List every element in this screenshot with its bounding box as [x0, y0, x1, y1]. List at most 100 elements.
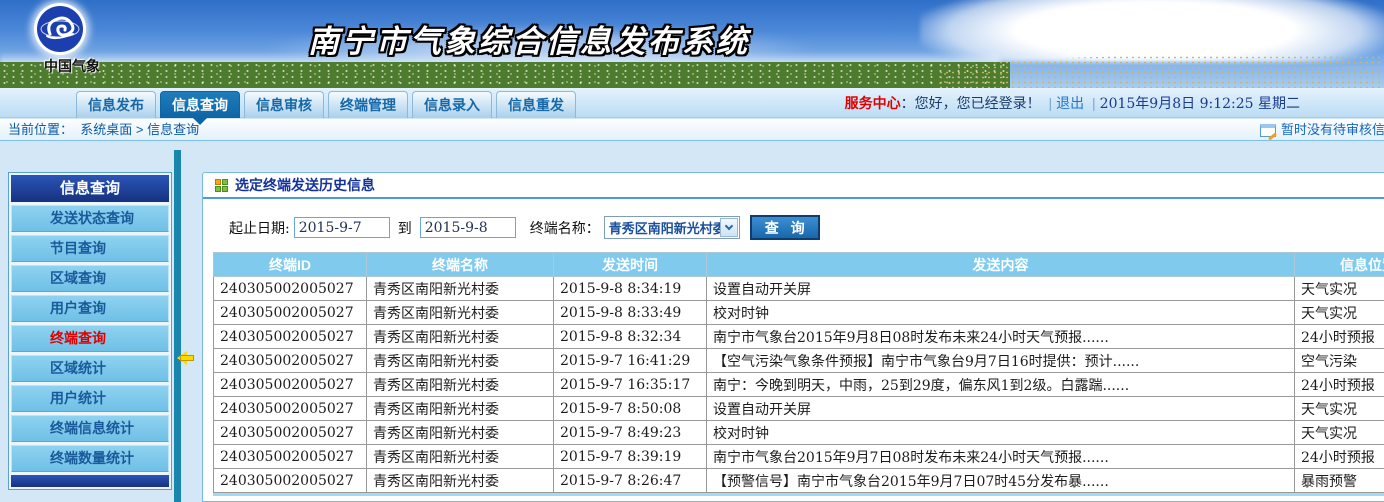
arrow-tail	[180, 355, 194, 361]
cell-terminal-name: 青秀区南阳新光村委	[367, 373, 554, 397]
sidebar-item-label: 发送状态查询	[50, 210, 134, 226]
nav-tab[interactable]: 信息录入	[412, 91, 492, 118]
sidebar-item[interactable]: 区域查询	[11, 265, 169, 292]
sidebar-item-label: 用户统计	[50, 390, 106, 406]
nav-tab[interactable]: 终端管理	[328, 91, 408, 118]
table-row: 240305002005027 青秀区南阳新光村委 2015-9-8 8:34:…	[214, 277, 1384, 301]
history-table-wrap: 终端ID终端名称发送时间发送内容信息位置 240305002005027 青秀区…	[213, 252, 1384, 496]
cell-send-time: 2015-9-7 8:49:23	[554, 421, 707, 445]
sidebar-item[interactable]: 终端信息统计	[11, 415, 169, 442]
cell-send-time: 2015-9-8 8:33:49	[554, 301, 707, 325]
cell-send-time: 2015-9-7 16:35:17	[554, 373, 707, 397]
cell-terminal-id: 240305002005027	[214, 397, 367, 421]
table-row: 240305002005027 青秀区南阳新光村委 2015-9-8 8:32:…	[214, 325, 1384, 349]
nav-tab-label: 信息查询	[172, 97, 228, 113]
main-navbar: 信息发布 信息查询 信息审核 终端管理 信息录入 信息重发 服务中心：您好，您已…	[0, 88, 1384, 118]
nav-tab-label: 信息审核	[256, 97, 312, 113]
dropdown-arrow-icon	[720, 218, 738, 237]
nav-tab[interactable]: 信息审核	[244, 91, 324, 118]
sidebar-item[interactable]: 区域统计	[11, 355, 169, 382]
breadcrumb-path: 系统桌面 > 信息查询	[80, 122, 199, 137]
app-title: 南宁市气象综合信息发布系统	[308, 16, 750, 61]
query-form: 起止日期: 到 终端名称： 青秀区南阳新光村委 查 询	[229, 215, 1384, 240]
sidebar-item[interactable]: 发送状态查询	[11, 205, 169, 232]
cell-send-time: 2015-9-7 8:50:08	[554, 397, 707, 421]
cell-send-content: 设置自动开关屏	[707, 277, 1295, 301]
cell-terminal-id: 240305002005027	[214, 325, 367, 349]
sidebar-item-label: 终端信息统计	[50, 420, 134, 436]
cell-info-type: 24小时预报	[1295, 373, 1384, 397]
sidebar-collapse-arrow-icon[interactable]	[170, 351, 196, 365]
sidebar-footer	[11, 475, 169, 487]
table-column-header: 发送内容	[707, 253, 1295, 277]
cma-logo-icon	[37, 6, 83, 52]
sidebar: 信息查询 发送状态查询 节目查询 区域查询 用户查询 终端查询 区域统计	[8, 172, 172, 490]
sidebar-item[interactable]: 终端数量统计	[11, 445, 169, 472]
separator: |	[1049, 95, 1053, 111]
nav-tab[interactable]: 信息查询	[160, 91, 240, 118]
sidebar-item-label: 用户查询	[50, 300, 106, 316]
cell-terminal-name: 青秀区南阳新光村委	[367, 301, 554, 325]
table-row: 240305002005027 青秀区南阳新光村委 2015-9-7 8:50:…	[214, 397, 1384, 421]
panel-title: 选定终端发送历史信息	[235, 172, 375, 198]
sidebar-item[interactable]: 节目查询	[11, 235, 169, 262]
cell-info-type: 天气实况	[1295, 301, 1384, 325]
table-column-header: 终端名称	[367, 253, 554, 277]
nav-tabs: 信息发布 信息查询 信息审核 终端管理 信息录入 信息重发	[76, 91, 576, 118]
grass-field-image	[0, 62, 1010, 88]
cell-terminal-id: 240305002005027	[214, 277, 367, 301]
cell-terminal-name: 青秀区南阳新光村委	[367, 469, 554, 493]
cma-logo: 中国气象	[26, 0, 116, 80]
sidebar-divider	[174, 150, 181, 502]
pending-review-status[interactable]: 暂时没有待审核信息	[1260, 119, 1384, 141]
cell-terminal-id: 240305002005027	[214, 301, 367, 325]
cell-send-time: 2015-9-7 16:41:29	[554, 349, 707, 373]
table-column-header: 发送时间	[554, 253, 707, 277]
nav-tab[interactable]: 信息重发	[496, 91, 576, 118]
cell-send-content: 【空气污染气象条件预报】南宁市气象台9月7日16时提供：预计......	[707, 349, 1295, 373]
cell-send-content: 南宁市气象台2015年9月8日08时发布未来24小时天气预报......	[707, 325, 1295, 349]
cell-terminal-id: 240305002005027	[214, 469, 367, 493]
cell-send-time: 2015-9-7 8:26:47	[554, 469, 707, 493]
cell-send-content: 校对时钟	[707, 301, 1295, 325]
logout-link[interactable]: 退出	[1056, 95, 1084, 111]
cell-info-type: 24小时预报	[1295, 325, 1384, 349]
sidebar-header: 信息查询	[11, 175, 169, 202]
table-row: 240305002005027 青秀区南阳新光村委 2015-9-7 16:35…	[214, 373, 1384, 397]
pending-review-text: 暂时没有待审核信息	[1281, 119, 1384, 141]
cell-terminal-id: 240305002005027	[214, 421, 367, 445]
cell-send-content: 南宁市气象台2015年9月7日08时发布未来24小时天气预报......	[707, 445, 1295, 469]
table-row: 240305002005027 青秀区南阳新光村委 2015-9-7 16:41…	[214, 349, 1384, 373]
sidebar-item[interactable]: 终端查询	[11, 325, 169, 352]
start-date-input[interactable]	[294, 217, 390, 238]
sidebar-item[interactable]: 用户统计	[11, 385, 169, 412]
sidebar-item[interactable]: 用户查询	[11, 295, 169, 322]
panel-header: 选定终端发送历史信息	[203, 173, 1384, 199]
search-button[interactable]: 查 询	[750, 215, 820, 240]
nav-tab-label: 信息录入	[424, 97, 480, 113]
terminal-select[interactable]: 青秀区南阳新光村委	[604, 216, 740, 239]
separator: |	[1092, 95, 1096, 111]
cell-info-type: 空气污染	[1295, 349, 1384, 373]
nav-tab[interactable]: 信息发布	[76, 91, 156, 118]
cell-terminal-id: 240305002005027	[214, 349, 367, 373]
cell-send-content: 设置自动开关屏	[707, 397, 1295, 421]
cell-send-content: 【预警信号】南宁市气象台2015年9月7日07时45分发布暴......	[707, 469, 1295, 493]
sidebar-item-label: 区域统计	[50, 360, 106, 376]
cell-send-content: 南宁：今晚到明天，中雨，25到29度，偏东风1到2级。白露踹......	[707, 373, 1295, 397]
table-row: 240305002005027 青秀区南阳新光村委 2015-9-7 8:26:…	[214, 469, 1384, 493]
table-row: 240305002005027 青秀区南阳新光村委 2015-9-8 8:33:…	[214, 301, 1384, 325]
nav-tab-label: 终端管理	[340, 97, 396, 113]
nav-tab-label: 信息重发	[508, 97, 564, 113]
cell-send-time: 2015-9-8 8:32:34	[554, 325, 707, 349]
cell-terminal-name: 青秀区南阳新光村委	[367, 421, 554, 445]
grid-icon	[215, 179, 228, 192]
cell-info-type: 24小时预报	[1295, 445, 1384, 469]
service-center-label: 服务中心	[845, 95, 901, 111]
end-date-input[interactable]	[420, 217, 516, 238]
cell-terminal-id: 240305002005027	[214, 373, 367, 397]
breadcrumb: 当前位置： 系统桌面 > 信息查询	[8, 119, 199, 141]
breadcrumb-bar: 当前位置： 系统桌面 > 信息查询 暂时没有待审核信息	[0, 119, 1384, 141]
sidebar-item-label: 区域查询	[50, 270, 106, 286]
cell-info-type: 天气实况	[1295, 277, 1384, 301]
